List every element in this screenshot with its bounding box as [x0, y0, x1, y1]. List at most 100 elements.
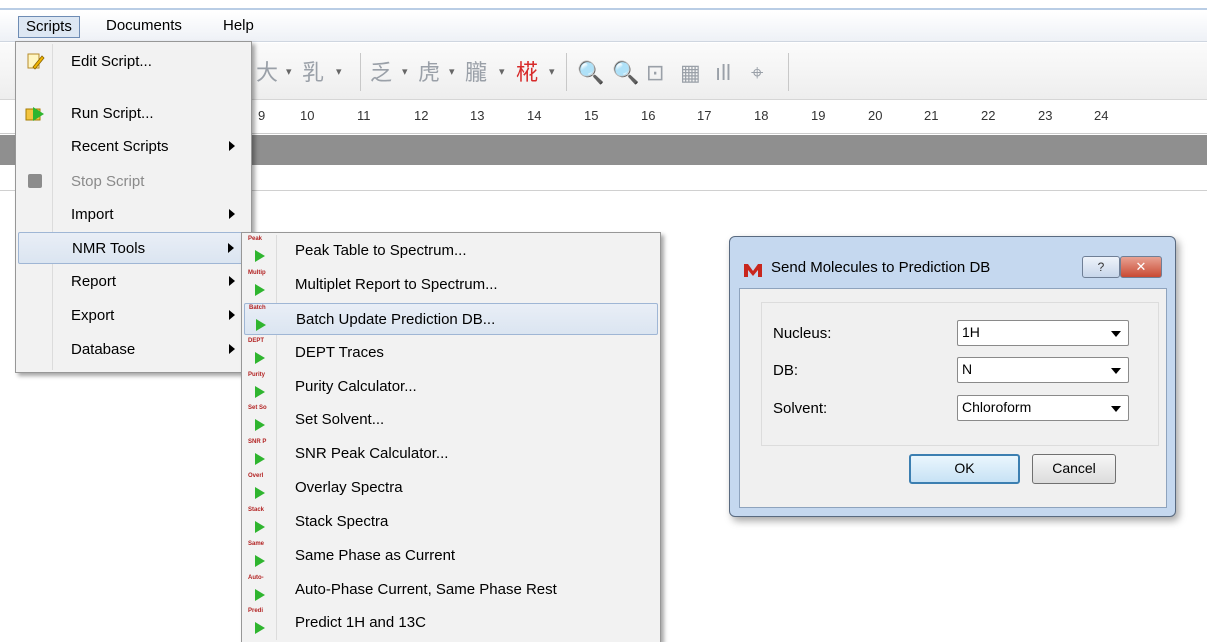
- cancel-button[interactable]: Cancel: [1032, 454, 1116, 484]
- script-play-icon: Stack: [248, 507, 272, 537]
- menu-item-label: Edit Script...: [71, 53, 152, 70]
- script-play-icon: Auto-: [248, 575, 272, 605]
- close-button[interactable]: ✕: [1120, 256, 1162, 278]
- script-play-icon: Batch: [249, 305, 273, 335]
- menu-item-batch-update[interactable]: Batch Batch Update Prediction DB...: [244, 303, 658, 335]
- db-label: DB:: [773, 362, 799, 379]
- menu-item-peak-table[interactable]: Peak Peak Table to Spectrum...: [244, 235, 658, 267]
- toolbar-dropdown-arrow-icon[interactable]: ▾: [499, 65, 505, 78]
- menu-item-multiplet-report[interactable]: Multip Multiplet Report to Spectrum...: [244, 269, 658, 301]
- menu-item-label: Same Phase as Current: [295, 547, 456, 564]
- menu-item-label: Export: [71, 307, 115, 324]
- script-play-icon: DEPT: [248, 338, 272, 368]
- zoom-in-icon[interactable]: 🔍: [577, 60, 604, 86]
- zoom-fit-icon[interactable]: ⊡: [646, 60, 664, 86]
- toolbar-dropdown-arrow-icon[interactable]: ▾: [336, 65, 342, 78]
- menu-item-snr-peak-calculator[interactable]: SNR P SNR Peak Calculator...: [244, 438, 658, 470]
- menu-item-label: Run Script...: [71, 105, 154, 122]
- ruler-tick: 10: [300, 108, 315, 123]
- ok-button[interactable]: OK: [909, 454, 1020, 484]
- zoom-out-icon[interactable]: 🔍: [612, 60, 639, 86]
- ruler-tick: 11: [357, 108, 371, 123]
- menu-item-predict[interactable]: Predi Predict 1H and 13C: [244, 607, 658, 639]
- toolbar-separator: [566, 53, 567, 91]
- toolbar-dropdown-arrow-icon[interactable]: ▾: [549, 65, 555, 78]
- toolbar-multiplet-icon[interactable]: 乏: [370, 60, 392, 86]
- menu-item-dept-traces[interactable]: DEPT DEPT Traces: [244, 337, 658, 369]
- toolbar-phase-icon[interactable]: 虎: [418, 60, 440, 86]
- edit-script-icon: [27, 53, 45, 70]
- menu-item-set-solvent[interactable]: Set So Set Solvent...: [244, 404, 658, 436]
- solvent-label: Solvent:: [773, 400, 828, 417]
- menu-documents[interactable]: Documents: [99, 16, 189, 38]
- menu-item-label: Stack Spectra: [295, 513, 389, 530]
- menu-item-label: Stop Script: [71, 173, 145, 190]
- toolbar-integral-icon[interactable]: 乳: [302, 60, 324, 86]
- toolbar-dropdown-arrow-icon[interactable]: ▾: [402, 65, 408, 78]
- menu-item-auto-phase[interactable]: Auto- Auto-Phase Current, Same Phase Res…: [244, 574, 658, 606]
- toolbar-dropdown-arrow-icon[interactable]: ▾: [286, 65, 292, 78]
- crosshair-icon[interactable]: ⌖: [751, 60, 763, 86]
- menu-item-overlay-spectra[interactable]: Overl Overlay Spectra: [244, 472, 658, 504]
- dialog-title: Send Molecules to Prediction DB: [771, 259, 991, 276]
- peak-labels-icon[interactable]: ıll: [715, 60, 731, 86]
- menu-item-label: Peak Table to Spectrum...: [295, 242, 467, 259]
- ruler-tick: 23: [1038, 108, 1053, 123]
- nucleus-value: 1H: [962, 324, 980, 340]
- menu-item-run-script[interactable]: Run Script...: [18, 98, 249, 130]
- ruler-tick: 18: [754, 108, 769, 123]
- send-molecules-dialog: Send Molecules to Prediction DB ? ✕ Nucl…: [729, 236, 1176, 517]
- menu-item-export[interactable]: Export: [18, 300, 249, 332]
- script-play-icon: Same: [248, 541, 272, 571]
- ruler-tick: 22: [981, 108, 996, 123]
- solvent-value: Chloroform: [962, 399, 1032, 415]
- submenu-arrow-icon: [229, 276, 235, 286]
- menu-item-label: Import: [71, 206, 114, 223]
- script-play-icon: Purity: [248, 372, 272, 402]
- dialog-body: Nucleus: 1H DB: N Solvent: Chloroform OK…: [739, 288, 1167, 508]
- run-script-icon: [25, 107, 44, 121]
- menu-item-nmr-tools[interactable]: NMR Tools: [18, 232, 249, 264]
- ruler-tick: 17: [697, 108, 712, 123]
- ruler-tick: 21: [924, 108, 939, 123]
- nucleus-select[interactable]: 1H: [957, 320, 1129, 346]
- toolbar-prediction-icon[interactable]: 椛: [516, 60, 538, 86]
- menu-item-label: Report: [71, 273, 117, 290]
- submenu-arrow-icon: [229, 344, 235, 354]
- toolbar-baseline-icon[interactable]: 朧: [465, 60, 487, 86]
- solvent-select[interactable]: Chloroform: [957, 395, 1129, 421]
- menu-item-recent-scripts[interactable]: Recent Scripts: [18, 131, 249, 163]
- full-spectrum-icon[interactable]: ▦: [680, 60, 701, 86]
- help-button[interactable]: ?: [1082, 256, 1120, 278]
- menu-help[interactable]: Help: [216, 16, 261, 38]
- ruler-tick: 19: [811, 108, 826, 123]
- nucleus-label: Nucleus:: [773, 325, 832, 342]
- script-play-icon: Peak: [248, 236, 272, 266]
- submenu-arrow-icon: [229, 209, 235, 219]
- script-play-icon: Multip: [248, 270, 272, 300]
- menu-item-report[interactable]: Report: [18, 266, 249, 298]
- menu-item-label: Purity Calculator...: [295, 378, 417, 395]
- db-select[interactable]: N: [957, 357, 1129, 383]
- menu-item-label: Auto-Phase Current, Same Phase Rest: [295, 581, 557, 598]
- menu-item-label: Database: [71, 341, 136, 358]
- script-play-icon: SNR P: [248, 439, 272, 469]
- menu-item-stop-script[interactable]: Stop Script: [18, 166, 249, 198]
- menu-item-edit-script[interactable]: Edit Script...: [18, 46, 249, 78]
- menu-item-label: NMR Tools: [72, 240, 146, 257]
- toolbar-peak-pick-icon[interactable]: 大: [256, 60, 278, 86]
- scripts-menu: Edit Script... Run Script... Recent Scri…: [15, 41, 252, 373]
- mnova-app-icon: [744, 264, 762, 277]
- script-play-icon: Overl: [248, 473, 272, 503]
- menu-item-stack-spectra[interactable]: Stack Stack Spectra: [244, 506, 658, 538]
- menu-item-label: Recent Scripts: [71, 138, 169, 155]
- menu-item-import[interactable]: Import: [18, 199, 249, 231]
- toolbar-dropdown-arrow-icon[interactable]: ▾: [449, 65, 455, 78]
- submenu-arrow-icon: [229, 141, 235, 151]
- menu-item-same-phase[interactable]: Same Same Phase as Current: [244, 540, 658, 572]
- ruler-tick: 14: [527, 108, 542, 123]
- menu-item-database[interactable]: Database: [18, 334, 249, 366]
- menu-scripts[interactable]: Scripts: [18, 16, 80, 38]
- menu-item-label: SNR Peak Calculator...: [295, 445, 449, 462]
- menu-item-purity-calculator[interactable]: Purity Purity Calculator...: [244, 371, 658, 403]
